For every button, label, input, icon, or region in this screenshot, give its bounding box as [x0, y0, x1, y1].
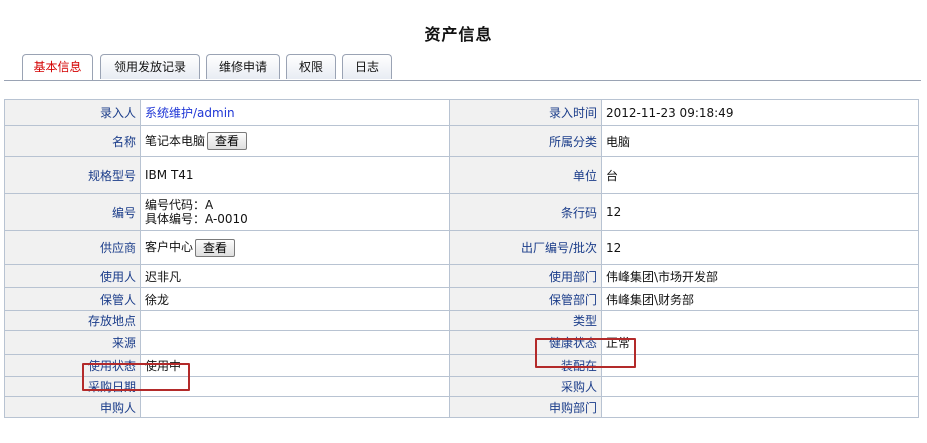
usage-status-highlight-box	[82, 363, 190, 391]
field-value: 台	[601, 156, 919, 194]
field-label: 申购人	[4, 396, 141, 418]
table-row: 名称 笔记本电脑 查看 所属分类 电脑	[4, 125, 919, 157]
field-label: 保管部门	[449, 287, 602, 311]
field-label: 录入人	[4, 99, 141, 126]
field-value: 迟非凡	[140, 264, 450, 288]
table-row: 申购人 申购部门	[4, 396, 919, 418]
tab-permissions[interactable]: 权限	[286, 54, 336, 79]
field-value	[140, 330, 450, 355]
field-value: 12	[601, 193, 919, 231]
field-label: 使用部门	[449, 264, 602, 288]
field-label: 采购人	[449, 376, 602, 397]
field-label: 出厂编号/批次	[449, 230, 602, 265]
table-row: 来源 健康状态 正常	[4, 330, 919, 355]
field-label: 名称	[4, 125, 141, 157]
page-title: 资产信息	[424, 25, 493, 44]
entered-by-link[interactable]: 系统维护/admin	[145, 106, 235, 120]
field-value: 客户中心	[145, 240, 194, 255]
field-label: 规格型号	[4, 156, 141, 194]
table-row: 供应商 客户中心 查看 出厂编号/批次 12	[4, 230, 919, 265]
field-value	[601, 376, 919, 397]
field-value	[601, 354, 919, 377]
field-label: 申购部门	[449, 396, 602, 418]
field-label: 单位	[449, 156, 602, 194]
field-label: 编号	[4, 193, 141, 231]
tab-issue-records[interactable]: 领用发放记录	[100, 54, 200, 79]
code-prefix: 编号代码：A	[145, 198, 214, 212]
field-value: 12	[601, 230, 919, 265]
field-label: 类型	[449, 310, 602, 331]
health-status-value: 正常	[601, 330, 919, 355]
field-value	[140, 396, 450, 418]
field-value: 伟峰集团\财务部	[601, 287, 919, 311]
table-row: 使用人 迟非凡 使用部门 伟峰集团\市场开发部	[4, 264, 919, 288]
table-row: 规格型号 IBM T41 单位 台	[4, 156, 919, 194]
code-number: 具体编号：A-0010	[145, 212, 248, 226]
field-value: 笔记本电脑	[145, 133, 206, 148]
tab-basic-info[interactable]: 基本信息	[22, 54, 93, 81]
tab-repair-request[interactable]: 维修申请	[206, 54, 280, 79]
field-value	[601, 396, 919, 418]
field-value: 徐龙	[140, 287, 450, 311]
table-row: 存放地点 类型	[4, 310, 919, 331]
tab-log[interactable]: 日志	[342, 54, 392, 79]
field-label: 录入时间	[449, 99, 602, 126]
field-value	[601, 310, 919, 331]
field-value	[140, 310, 450, 331]
field-label: 所属分类	[449, 125, 602, 157]
field-value: IBM T41	[140, 156, 450, 194]
field-label: 保管人	[4, 287, 141, 311]
field-value: 伟峰集团\市场开发部	[601, 264, 919, 288]
field-label: 来源	[4, 330, 141, 355]
field-label: 使用人	[4, 264, 141, 288]
table-row: 编号 编号代码：A 具体编号：A-0010 条行码 12	[4, 193, 919, 231]
field-label: 供应商	[4, 230, 141, 265]
table-row: 录入人 系统维护/admin 录入时间 2012-11-23 09:18:49	[4, 99, 919, 126]
tab-divider	[4, 80, 921, 81]
field-label: 存放地点	[4, 310, 141, 331]
field-value: 2012-11-23 09:18:49	[601, 99, 919, 126]
health-status-highlight-box	[535, 338, 636, 368]
view-supplier-button[interactable]: 查看	[195, 238, 236, 257]
table-row: 保管人 徐龙 保管部门 伟峰集团\财务部	[4, 287, 919, 311]
view-name-button[interactable]: 查看	[207, 132, 248, 151]
field-label: 条行码	[449, 193, 602, 231]
field-value: 电脑	[601, 125, 919, 157]
